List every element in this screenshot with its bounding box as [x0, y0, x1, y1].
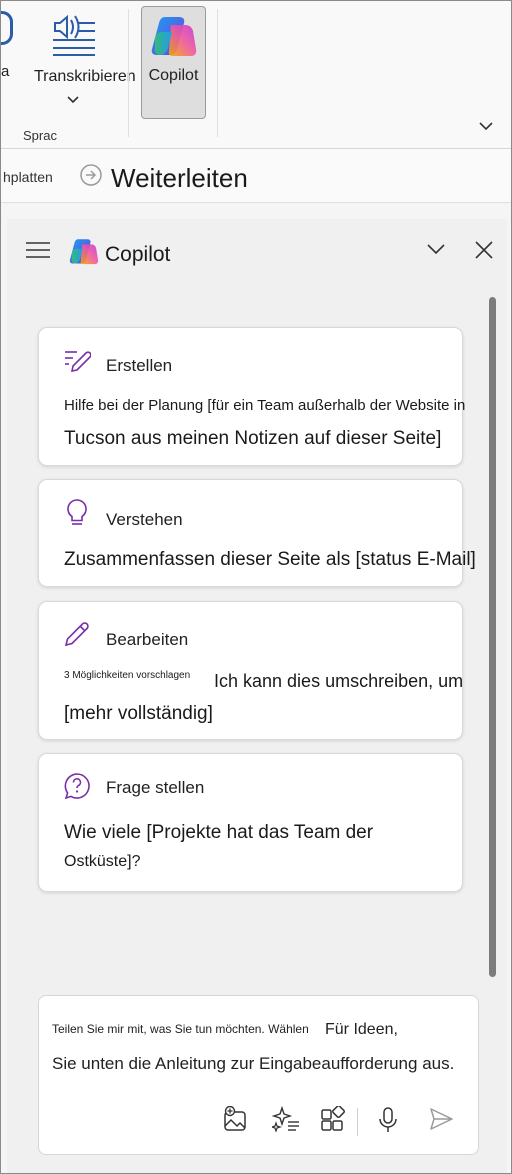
onenote-window: a Transkribieren Sprac Copilot hplatten …	[0, 0, 512, 1174]
copilot-pane-title: Copilot	[105, 243, 171, 266]
card-text: Ich kann dies umschreiben, um	[214, 671, 464, 691]
chevron-down-icon[interactable]	[66, 91, 80, 109]
pencil-icon	[63, 620, 91, 653]
send-icon[interactable]	[428, 1106, 454, 1137]
ribbon-separator	[217, 9, 218, 137]
prompt-input[interactable]: Teilen Sie mir mit, was Sie tun möchten.…	[38, 995, 479, 1155]
scrollbar-thumb[interactable]	[489, 297, 496, 977]
ribbon-separator	[128, 9, 129, 137]
card-title: Bearbeiten	[106, 630, 189, 649]
card-text: [mehr vollständig]	[64, 703, 213, 724]
forward-button[interactable]: Weiterleiten	[111, 163, 248, 194]
transcribe-label[interactable]: Transkribieren	[34, 68, 136, 86]
card-text: Tucson aus meinen Notizen auf dieser Sei…	[64, 428, 442, 449]
lightbulb-icon	[63, 498, 91, 533]
message-bar-left-text[interactable]: hplatten	[3, 169, 53, 185]
menu-icon[interactable]	[25, 239, 51, 266]
card-title: Frage stellen	[106, 778, 205, 797]
forward-arrow-icon[interactable]	[79, 163, 103, 192]
scrollbar[interactable]	[485, 294, 499, 994]
card-title: Verstehen	[106, 510, 183, 529]
card-text: Zusammenfassen dieser Seite als [status …	[64, 549, 476, 570]
close-icon[interactable]	[473, 239, 495, 266]
prompt-card-understand[interactable]: Verstehen Zusammenfassen dieser Seite al…	[38, 479, 476, 587]
card-text-small: 3 Möglichkeiten vorschlagen	[64, 670, 191, 681]
prompt-placeholder-small: Teilen Sie mir mit, was Sie tun möchten.…	[52, 1022, 309, 1036]
prompt-card-ask[interactable]: Frage stellen Wie viele [Projekte hat da…	[38, 753, 463, 892]
prompt-card-create[interactable]: Erstellen Hilfe bei der Planung [für ein…	[38, 327, 466, 466]
prompt-placeholder: Für Ideen,	[325, 1021, 398, 1038]
chevron-down-icon[interactable]	[425, 241, 447, 262]
copilot-pane: Copilot Erstellen Hilfe bei der Planung …	[7, 219, 507, 1173]
sparkle-prompt-icon[interactable]	[270, 1105, 300, 1137]
question-bubble-icon	[63, 772, 91, 805]
ribbon-expand-chevron-icon[interactable]	[477, 119, 495, 138]
transcribe-icon[interactable]	[51, 9, 97, 62]
card-text: Wie viele [Projekte hat das Team der	[64, 822, 374, 843]
add-image-icon[interactable]	[223, 1105, 249, 1137]
apps-grid-icon[interactable]	[320, 1105, 346, 1137]
copilot-logo-icon	[151, 15, 197, 64]
copilot-logo-icon	[69, 238, 99, 271]
message-bar: hplatten Weiterleiten	[1, 149, 511, 203]
dictate-label: a	[1, 63, 10, 80]
dictate-mic-icon[interactable]	[1, 11, 13, 45]
edit-doc-icon	[63, 346, 92, 379]
ribbon-group-label: Sprac	[23, 128, 57, 143]
toolbar-separator	[357, 1108, 358, 1136]
copilot-ribbon-button[interactable]: Copilot	[141, 6, 206, 119]
prompt-card-edit[interactable]: Bearbeiten 3 Möglichkeiten vorschlagen I…	[38, 601, 463, 740]
copilot-pane-header: Copilot	[7, 219, 507, 289]
card-title: Erstellen	[106, 356, 173, 375]
prompt-placeholder: Sie unten die Anleitung zur Eingabeauffo…	[52, 1054, 455, 1073]
card-text: Hilfe bei der Planung [für ein Team auße…	[64, 397, 466, 414]
card-text: Ostküste]?	[64, 853, 141, 870]
copilot-ribbon-label: Copilot	[148, 67, 199, 84]
ribbon: a Transkribieren Sprac Copilot	[1, 1, 511, 149]
microphone-icon[interactable]	[377, 1106, 399, 1139]
